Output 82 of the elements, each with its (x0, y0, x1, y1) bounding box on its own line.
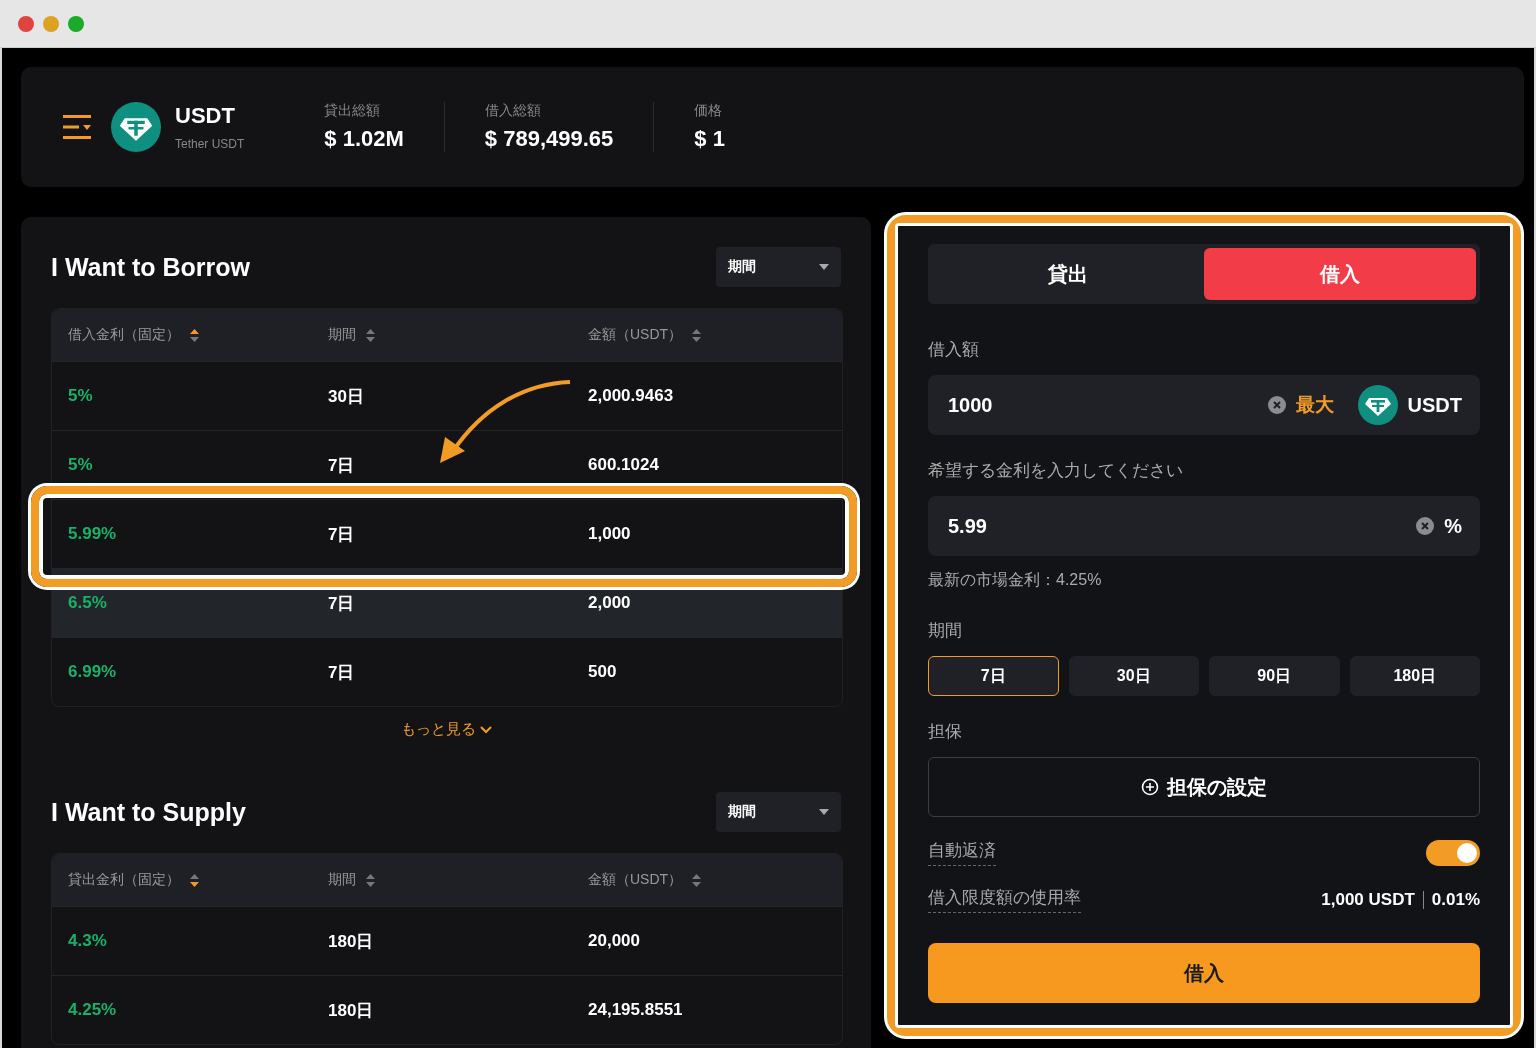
chevron-down-icon (479, 725, 492, 734)
stat-label: 借入総額 (484, 102, 542, 120)
table-cell-text: 20,000 (587, 931, 641, 951)
table-cell-text: 6.5% (67, 593, 108, 613)
caret-icon (819, 809, 829, 815)
stat-value: $ 1 (694, 126, 725, 152)
collateral-button[interactable]: 担保の設定 (928, 757, 1480, 817)
tab[interactable]: 借入 (1204, 248, 1476, 300)
tether-logo-icon (111, 102, 161, 152)
column-header[interactable]: 期間 (328, 326, 356, 344)
usage-amount: 1,000 USDT (1321, 889, 1415, 910)
clear-icon[interactable] (1267, 396, 1286, 414)
tab[interactable]: 貸出 (932, 248, 1204, 300)
table-row[interactable]: 4.25% 180日 24,195.8551 (52, 975, 842, 1044)
column-header[interactable]: 借入金利（固定） (68, 326, 180, 344)
section-title: I Want to Supply (51, 797, 246, 827)
table-cell-text: 7日 (327, 454, 356, 477)
section-title: I Want to Borrow (51, 252, 251, 282)
period-dropdown[interactable]: 期間 (716, 792, 841, 832)
caret-icon (819, 264, 829, 270)
table-row[interactable]: 4.3% 180日 20,000 (52, 906, 842, 975)
stat-label: 貸出総額 (324, 102, 382, 120)
toggle-switch[interactable] (1426, 839, 1480, 866)
table-cell-text: 5% (67, 386, 94, 406)
table-cell-text: 4.25% (67, 1000, 118, 1020)
currency-label: USDT (1407, 393, 1462, 417)
sort-icon[interactable] (190, 873, 199, 887)
table-cell-text: 30日 (327, 385, 365, 408)
field-label: 担保 (928, 721, 963, 743)
table-row[interactable]: 6.99% 7日 500 (52, 637, 842, 706)
plus-circle-icon (1141, 778, 1159, 796)
market-rate-text: 最新の市場金利：4.25% (928, 570, 1103, 590)
period-option[interactable]: 90日 (1209, 656, 1340, 696)
sort-icon[interactable] (692, 873, 702, 887)
column-header[interactable]: 金額（USDT） (588, 871, 683, 889)
table-cell-text: 180日 (327, 999, 375, 1022)
stat-value: $ 789,499.65 (484, 126, 614, 152)
column-header[interactable]: 貸出金利（固定） (68, 871, 180, 889)
stat-value: $ 1.02M (324, 126, 404, 152)
column-header[interactable]: 期間 (328, 871, 356, 889)
table-cell-text: 180日 (327, 930, 375, 953)
table-cell-text: 1,000 (587, 524, 632, 544)
field-label: 希望する金利を入力してください (928, 460, 1184, 482)
close-button[interactable] (18, 15, 34, 32)
column-header[interactable]: 金額（USDT） (588, 326, 683, 344)
sort-icon[interactable] (190, 328, 199, 342)
token-name: Tether USDT (175, 137, 245, 151)
unit-label: % (1444, 514, 1462, 538)
table-cell-text: 5% (67, 455, 94, 475)
table-cell-text: 7日 (327, 523, 356, 546)
period-option[interactable]: 180日 (1349, 656, 1480, 696)
period-option[interactable]: 30日 (1068, 656, 1199, 696)
table-cell-text: 600.1024 (587, 455, 660, 475)
clear-icon[interactable] (1416, 517, 1435, 535)
max-button[interactable]: 最大 (1295, 392, 1334, 418)
table-cell-text: 7日 (327, 661, 356, 684)
sort-icon[interactable] (692, 328, 702, 342)
table-cell-text: 4.3% (67, 931, 108, 951)
zoom-button[interactable] (68, 15, 84, 32)
table-cell-text: 500 (587, 662, 618, 682)
menu-icon[interactable] (63, 114, 93, 140)
sort-icon[interactable] (366, 328, 375, 342)
field-label: 借入額 (928, 339, 980, 361)
show-more-link[interactable]: もっと見る (394, 719, 498, 740)
usage-percent: 0.01% (1431, 889, 1480, 910)
setting-label: 借入限度額の使用率 (928, 886, 1081, 913)
table-cell-text: 2,000 (587, 593, 632, 613)
table-cell-text: 2,000.9463 (587, 386, 675, 406)
setting-label: 自動返済 (928, 839, 996, 866)
sort-icon[interactable] (366, 873, 375, 887)
tether-logo-icon (1357, 385, 1398, 425)
table-cell-text: 7日 (327, 592, 356, 615)
token-symbol: USDT (175, 103, 236, 129)
table-cell-text: 24,195.8551 (587, 1000, 684, 1020)
table-cell-text: 5.99% (67, 524, 118, 544)
stat-label: 価格 (694, 102, 724, 120)
table-row[interactable]: 5% 30日 2,000.9463 (52, 361, 842, 430)
table-cell-text: 6.99% (67, 662, 118, 682)
period-dropdown[interactable]: 期間 (716, 247, 841, 287)
period-option[interactable]: 7日 (928, 656, 1059, 696)
field-label: 期間 (928, 620, 963, 642)
borrow-button[interactable]: 借入 (928, 943, 1480, 1003)
